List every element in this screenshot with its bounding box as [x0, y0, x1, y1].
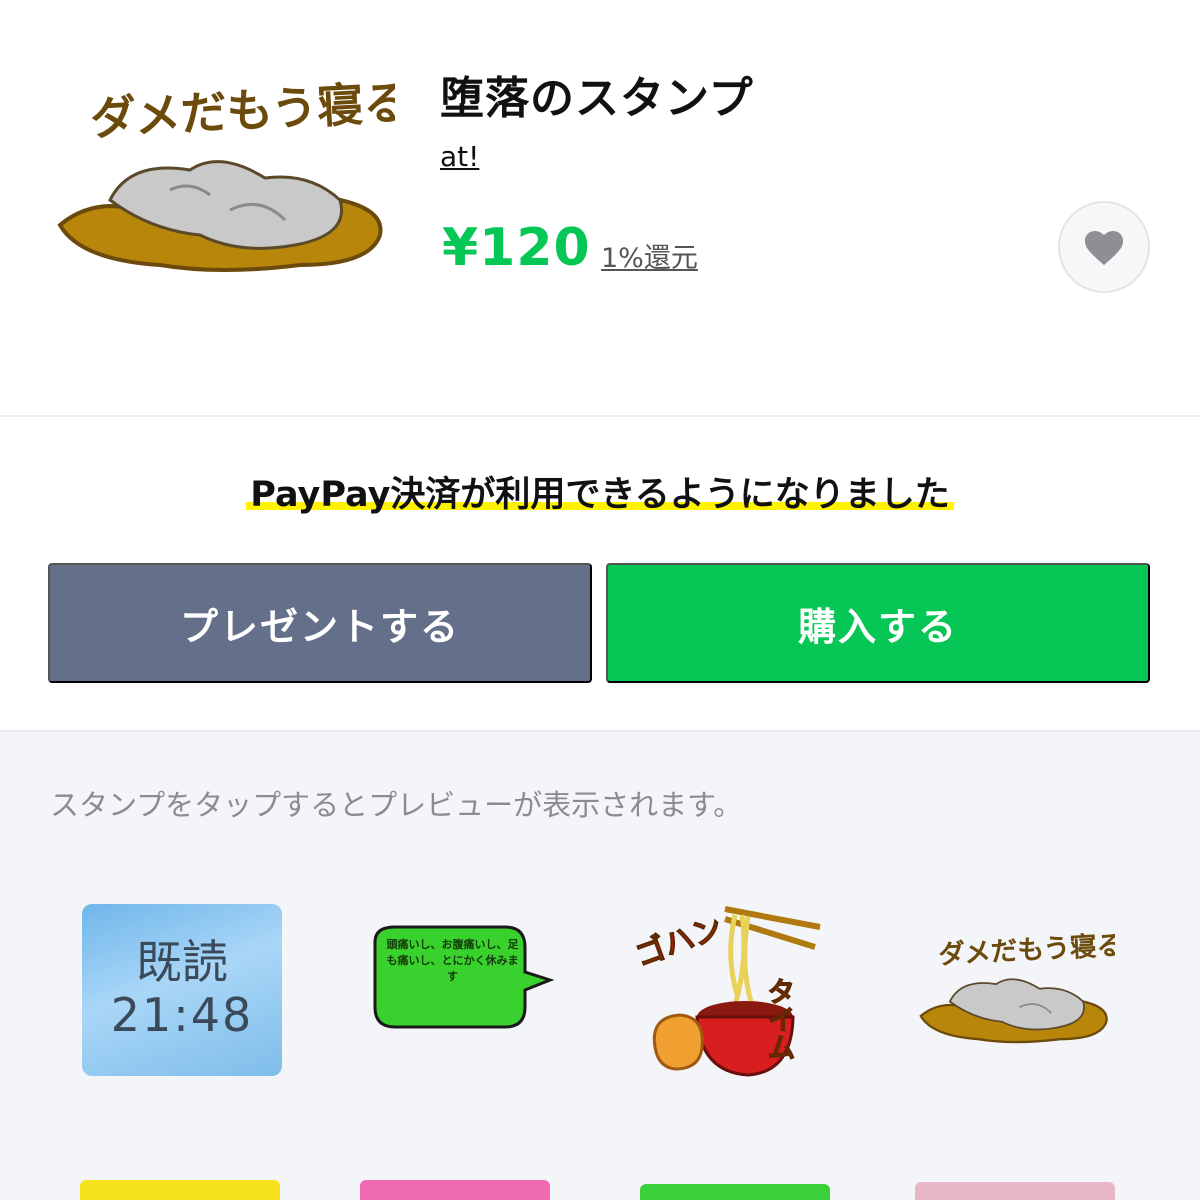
- sticker-row2-3[interactable]: [640, 1184, 830, 1200]
- sticker-row2-2[interactable]: [360, 1180, 550, 1200]
- kidoku-time: 21:48: [110, 987, 254, 1042]
- heart-icon: [1084, 231, 1124, 266]
- preview-hint: スタンプをタップするとプレビューが表示されます。: [50, 788, 743, 822]
- sticker-sick-bubble[interactable]: 頭痛いし、お腹痛いし、足も痛いし、とにかく休みます: [355, 892, 575, 1092]
- sticker-gohan-time[interactable]: ゴハン タイム: [630, 897, 850, 1097]
- gohan-text-2: タイム: [764, 977, 797, 1061]
- author-link[interactable]: at!: [440, 140, 479, 173]
- sticker-row2-1[interactable]: [80, 1180, 280, 1200]
- sticker-kidoku[interactable]: 既読 21:48: [82, 904, 282, 1076]
- sick-bubble-text: 頭痛いし、お腹痛いし、足も痛いし、とにかく休みます: [386, 938, 519, 983]
- main-sticker-image: ダメだもう寝る: [50, 60, 411, 290]
- sticker-row2-4[interactable]: [915, 1182, 1115, 1200]
- main-sticker-text: ダメだもう寝る: [89, 75, 395, 146]
- price: ¥120: [442, 218, 591, 278]
- favorite-button[interactable]: [1058, 201, 1150, 293]
- sticker-dame-sleep[interactable]: ダメだもう寝る: [915, 912, 1135, 1112]
- kidoku-label: 既読: [136, 935, 228, 990]
- cashback-link[interactable]: 1%還元: [601, 236, 698, 275]
- gohan-text-1: ゴハン: [631, 910, 728, 974]
- paypay-notice-text: PayPay決済が利用できるようになりました: [246, 475, 954, 515]
- sticker-title: 堕落のスタンプ: [440, 73, 754, 124]
- sticker-preview-area: スタンプをタップするとプレビューが表示されます。 既読 21:48 頭痛いし、お…: [0, 730, 1200, 1200]
- paypay-notice: PayPay決済が利用できるようになりました: [0, 466, 1200, 517]
- present-button[interactable]: プレゼントする: [48, 563, 592, 683]
- dame-sleep-text: ダメだもう寝る: [938, 930, 1115, 971]
- buy-button[interactable]: 購入する: [606, 563, 1150, 683]
- section-divider: [0, 415, 1200, 417]
- product-header: ダメだもう寝る 堕落のスタンプ at! ¥120 1%還元: [0, 0, 1200, 415]
